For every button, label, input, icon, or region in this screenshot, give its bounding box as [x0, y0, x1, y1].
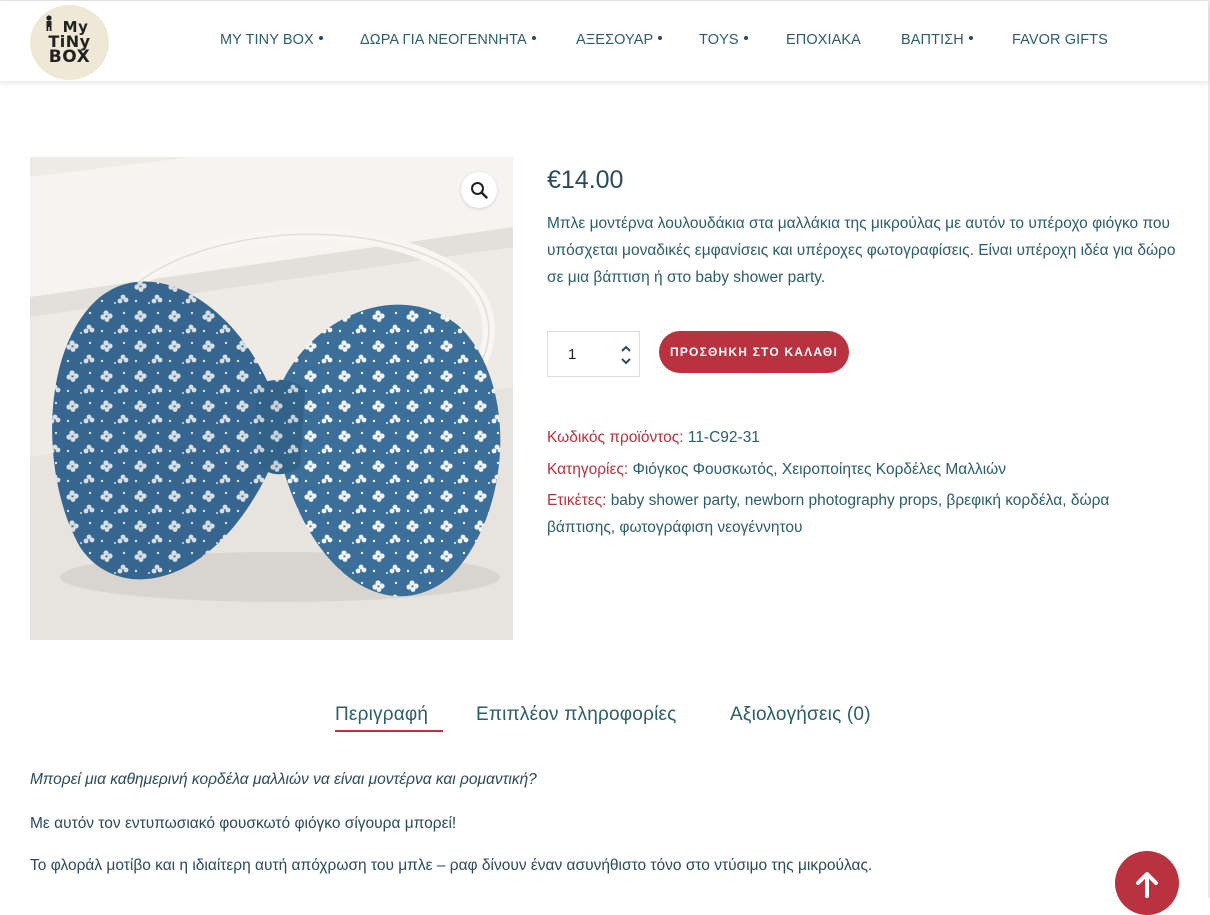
- nav-item-baptism[interactable]: ΒΑΠΤΙΣΗ: [901, 32, 973, 48]
- description-paragraph-3: Το φλοράλ μοτίβο και η ιδιαίτερη αυτή απ…: [30, 857, 873, 874]
- submenu-dot-icon: [743, 36, 748, 41]
- bear-figure-icon: [46, 15, 52, 31]
- product-sku: Κωδικός προϊόντος: 11-C92-31: [547, 424, 1167, 451]
- zoom-button[interactable]: [461, 172, 497, 208]
- nav-item-toys[interactable]: TOYS: [699, 32, 748, 48]
- nav-item-label: ΑΞΕΣΟΥΑΡ: [576, 32, 654, 48]
- submenu-dot-icon: [318, 36, 323, 41]
- product-tags: Ετικέτες: baby shower party, newborn pho…: [547, 487, 1167, 541]
- product-categories: Κατηγορίες: Φιόγκος Φουσκωτός, Χειροποίη…: [547, 456, 1167, 483]
- product-price: €14.00: [547, 166, 624, 194]
- nav-item-my-tiny-box[interactable]: MY TINY BOX: [220, 32, 323, 48]
- nav-item-label: ΕΠΟΧΙΑΚΑ: [786, 32, 861, 48]
- quantity-stepper[interactable]: 1: [547, 331, 640, 377]
- description-paragraph-2: Με αυτόν τον εντυπωσιακό φουσκωτό φιόγκο…: [30, 815, 457, 832]
- chevron-down-icon[interactable]: [620, 356, 632, 366]
- site-header: My TiNy BOX MY TINY BOX ΔΩΡΑ ΓΙΑ ΝΕΟΓΕΝΝ…: [0, 1, 1208, 81]
- quantity-value[interactable]: 1: [568, 346, 576, 363]
- nav-item-favor-gifts[interactable]: FAVOR GIFTS: [1012, 32, 1108, 48]
- nav-item-label: ΔΩΡΑ ΓΙΑ ΝΕΟΓΕΝΝΗΤΑ: [360, 32, 527, 48]
- add-to-cart-button[interactable]: ΠΡΟΣΘΗΚΗ ΣΤΟ ΚΑΛΑΘΙ: [659, 331, 849, 373]
- nav-item-seasonal[interactable]: ΕΠΟΧΙΑΚΑ: [786, 32, 861, 48]
- nav-item-label: FAVOR GIFTS: [1012, 32, 1108, 48]
- submenu-dot-icon: [968, 36, 973, 41]
- nav-item-newborn-gifts[interactable]: ΔΩΡΑ ΓΙΑ ΝΕΟΓΕΝΝΗΤΑ: [360, 32, 536, 48]
- hair-bow-photo: [30, 157, 513, 640]
- tags-label: Ετικέτες:: [547, 492, 607, 509]
- categories-links[interactable]: Φιόγκος Φουσκωτός, Χειροποίητες Κορδέλες…: [632, 461, 1006, 478]
- tags-links[interactable]: baby shower party, newborn photography p…: [547, 492, 1109, 536]
- tab-description[interactable]: Περιγραφή: [335, 704, 428, 726]
- active-tab-indicator: [335, 730, 443, 732]
- arrow-up-icon: [1136, 872, 1158, 898]
- nav-item-label: MY TINY BOX: [220, 32, 314, 48]
- sku-label: Κωδικός προϊόντος:: [547, 429, 684, 446]
- chevron-up-icon[interactable]: [620, 344, 632, 354]
- categories-label: Κατηγορίες:: [547, 461, 629, 478]
- tab-reviews[interactable]: Αξιολογήσεις (0): [730, 704, 871, 726]
- sku-value: 11-C92-31: [687, 429, 760, 446]
- site-logo[interactable]: My TiNy BOX: [30, 5, 109, 80]
- product-image[interactable]: [30, 157, 513, 640]
- nav-item-label: TOYS: [699, 32, 739, 48]
- description-paragraph-1: Μπορεί μια καθημερινή κορδέλα μαλλιών να…: [30, 771, 537, 788]
- logo-text-line-3: BOX: [48, 47, 91, 68]
- tab-additional-info[interactable]: Επιπλέον πληροφορίες: [476, 704, 677, 726]
- nav-item-accessories[interactable]: ΑΞΕΣΟΥΑΡ: [576, 32, 663, 48]
- scroll-to-top-button[interactable]: [1115, 851, 1179, 915]
- submenu-dot-icon: [531, 36, 536, 41]
- submenu-dot-icon: [658, 36, 663, 41]
- zoom-icon: [471, 182, 488, 199]
- nav-item-label: ΒΑΠΤΙΣΗ: [901, 32, 964, 48]
- product-short-description: Μπλε μοντέρνα λουλουδάκια στα μαλλάκια τ…: [547, 215, 1176, 286]
